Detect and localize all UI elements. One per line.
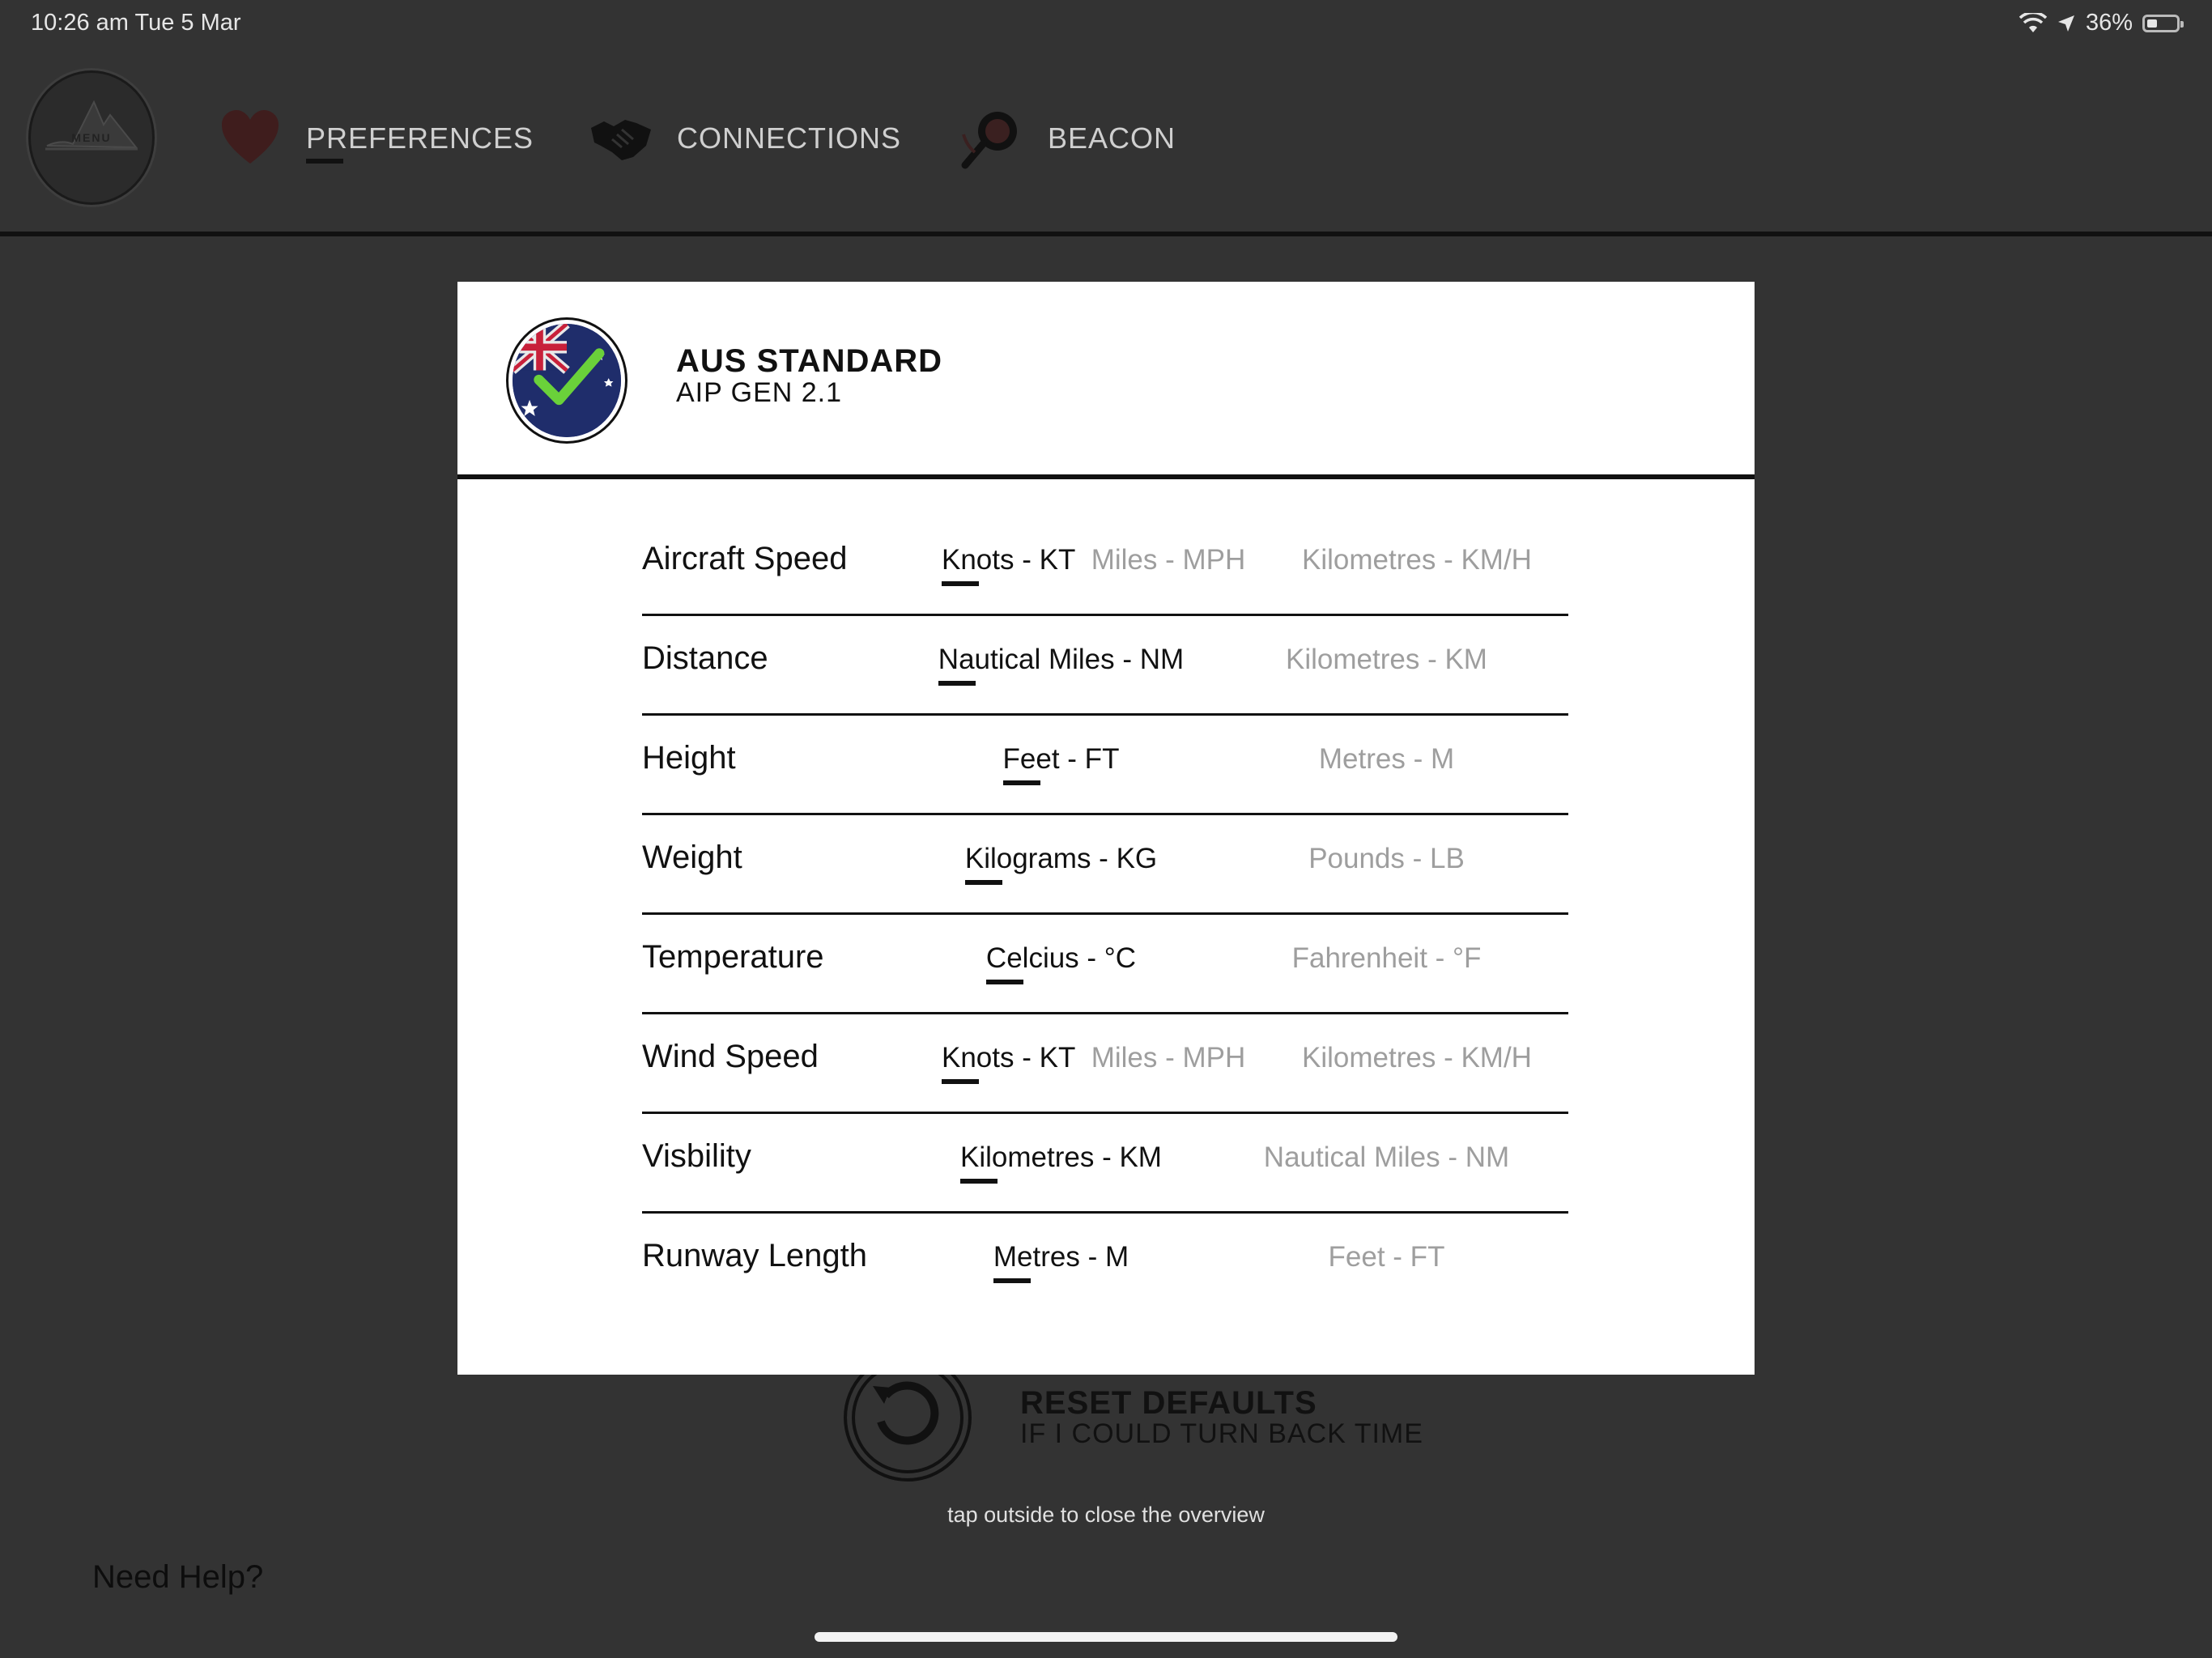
nav-connections-label: CONNECTIONS xyxy=(677,121,902,155)
unit-option-label: Feet - FT xyxy=(1328,1241,1445,1273)
unit-row: Height Feet - FT Metres - M xyxy=(642,716,1568,815)
unit-option[interactable]: Kilometres - KM xyxy=(917,1141,1205,1184)
menu-logo-button[interactable]: MENU xyxy=(31,73,152,202)
unit-options: Metres - M Feet - FT xyxy=(917,1241,1568,1283)
unit-option-label: Nautical Miles - NM xyxy=(938,644,1185,686)
modal-header-divider xyxy=(457,474,1755,479)
unit-option[interactable]: Pounds - LB xyxy=(1205,843,1568,883)
nav-beacon[interactable]: BEACON xyxy=(960,107,1176,170)
unit-option-label: Knots - KT xyxy=(942,544,1076,586)
nav-preferences[interactable]: PREFERENCES xyxy=(219,107,534,170)
reset-subtitle: IF I COULD TURN BACK TIME xyxy=(1020,1418,1423,1449)
nav-divider xyxy=(0,232,2212,236)
unit-option-label: Metres - M xyxy=(1318,743,1455,775)
unit-options: Knots - KT Miles - MPH Kilometres - KM/H xyxy=(917,544,1568,586)
unit-option-label: Celcius - °C xyxy=(985,942,1137,984)
unit-options: Knots - KT Miles - MPH Kilometres - KM/H xyxy=(917,1042,1568,1084)
unit-row-label: Wind Speed xyxy=(642,1039,819,1074)
close-overview-hint: tap outside to close the overview xyxy=(947,1503,1265,1527)
unit-options: Kilometres - KM Nautical Miles - NM xyxy=(917,1141,1568,1184)
unit-options: Nautical Miles - NM Kilometres - KM xyxy=(917,644,1568,686)
unit-row-label: Aircraft Speed xyxy=(642,541,848,576)
nav-beacon-label: BEACON xyxy=(1048,121,1176,155)
unit-option-label: Kilometres - KM xyxy=(1286,644,1487,675)
modal-header: AUS STANDARD AIP GEN 2.1 xyxy=(457,282,1755,474)
unit-row: Distance Nautical Miles - NM Kilometres - … xyxy=(642,616,1568,716)
australian-flag-check-icon xyxy=(506,317,627,444)
unit-row: Weight Kilograms - KG Pounds - LB xyxy=(642,815,1568,915)
status-bar: 10:26 am Tue 5 Mar 36% xyxy=(0,0,2212,49)
battery-icon xyxy=(2142,14,2184,32)
beacon-icon xyxy=(961,112,1017,169)
reset-title: RESET DEFAULTS xyxy=(1020,1385,1317,1421)
unit-row-label: Distance xyxy=(642,640,768,676)
menu-label: MENU xyxy=(71,131,112,144)
unit-row-label: Height xyxy=(642,740,736,776)
unit-row: Wind Speed Knots - KT Miles - MPH Kilometre… xyxy=(642,1014,1568,1114)
unit-row: Visbility Kilometres - KM Nautical Miles -… xyxy=(642,1114,1568,1214)
home-indicator[interactable] xyxy=(815,1632,1397,1642)
unit-option[interactable]: Celcius - °C xyxy=(917,942,1205,984)
unit-option-label: Nautical Miles - NM xyxy=(1263,1141,1510,1173)
unit-option-label: Kilometres - KM/H xyxy=(1302,1042,1532,1073)
unit-option-label: Feet - FT xyxy=(1002,743,1120,785)
unit-options: Celcius - °C Fahrenheit - °F xyxy=(917,942,1568,984)
unit-option[interactable]: Kilometres - KM xyxy=(1205,644,1568,684)
handshake-icon xyxy=(591,120,651,160)
unit-row: Runway Length Metres - M Feet - FT xyxy=(642,1214,1568,1311)
unit-option-label: Miles - MPH xyxy=(1091,544,1246,576)
unit-option[interactable]: Metres - M xyxy=(1205,743,1568,784)
status-time: 10:26 am Tue 5 Mar xyxy=(31,10,241,36)
unit-row-label: Visbility xyxy=(642,1138,751,1174)
status-indicators: 36% xyxy=(2018,10,2184,36)
mountain-logo-icon xyxy=(45,100,138,151)
unit-option[interactable]: Knots - KT xyxy=(917,1042,1075,1084)
unit-option[interactable]: Metres - M xyxy=(917,1241,1205,1283)
unit-option-label: Knots - KT xyxy=(942,1042,1076,1084)
unit-option[interactable]: Kilometres - KM/H xyxy=(1266,1042,1568,1082)
nav-connections[interactable]: CONNECTIONS xyxy=(589,107,901,170)
unit-row-label: Temperature xyxy=(642,939,824,975)
standard-overview-modal: AUS STANDARD AIP GEN 2.1 Aircraft Speed K… xyxy=(457,282,1755,1375)
unit-options: Feet - FT Metres - M xyxy=(917,743,1568,785)
unit-option-label: Miles - MPH xyxy=(1091,1042,1246,1073)
unit-option-label: Pounds - LB xyxy=(1308,843,1465,874)
need-help-link[interactable]: Need Help? xyxy=(92,1559,263,1596)
battery-percentage: 36% xyxy=(2085,10,2133,36)
unit-option[interactable]: Nautical Miles - NM xyxy=(1205,1141,1568,1182)
unit-option[interactable]: Kilograms - KG xyxy=(917,843,1205,885)
unit-row-label: Weight xyxy=(642,840,742,875)
unit-row: Temperature Celcius - °C Fahrenheit - °F xyxy=(642,915,1568,1014)
unit-option-label: Kilograms - KG xyxy=(964,843,1158,885)
unit-option[interactable]: Feet - FT xyxy=(917,743,1205,785)
heart-icon xyxy=(222,110,279,164)
unit-row-label: Runway Length xyxy=(642,1238,867,1273)
standard-title: AUS STANDARD xyxy=(676,343,943,379)
unit-option[interactable]: Miles - MPH xyxy=(1071,1042,1266,1082)
unit-option[interactable]: Fahrenheit - °F xyxy=(1205,942,1568,983)
unit-option[interactable]: Nautical Miles - NM xyxy=(917,644,1205,686)
unit-row: Aircraft Speed Knots - KT Miles - MPH Kilom… xyxy=(642,517,1568,616)
unit-option-label: Metres - M xyxy=(993,1241,1129,1283)
unit-options: Kilograms - KG Pounds - LB xyxy=(917,843,1568,885)
unit-option-label: Kilometres - KM xyxy=(960,1141,1162,1184)
nav-preferences-label: PREFERENCES xyxy=(306,121,534,164)
wifi-icon xyxy=(2018,12,2047,32)
unit-option-label: Fahrenheit - °F xyxy=(1291,942,1482,974)
location-arrow-icon xyxy=(2057,15,2074,32)
unit-option[interactable]: Knots - KT xyxy=(917,544,1075,586)
unit-option-label: Kilometres - KM/H xyxy=(1302,544,1532,576)
unit-option[interactable]: Feet - FT xyxy=(1205,1241,1568,1282)
unit-option[interactable]: Miles - MPH xyxy=(1071,544,1266,585)
unit-option[interactable]: Kilometres - KM/H xyxy=(1266,544,1568,585)
standard-subtitle: AIP GEN 2.1 xyxy=(676,377,843,408)
units-table: Aircraft Speed Knots - KT Miles - MPH Kilom… xyxy=(642,517,1568,1311)
